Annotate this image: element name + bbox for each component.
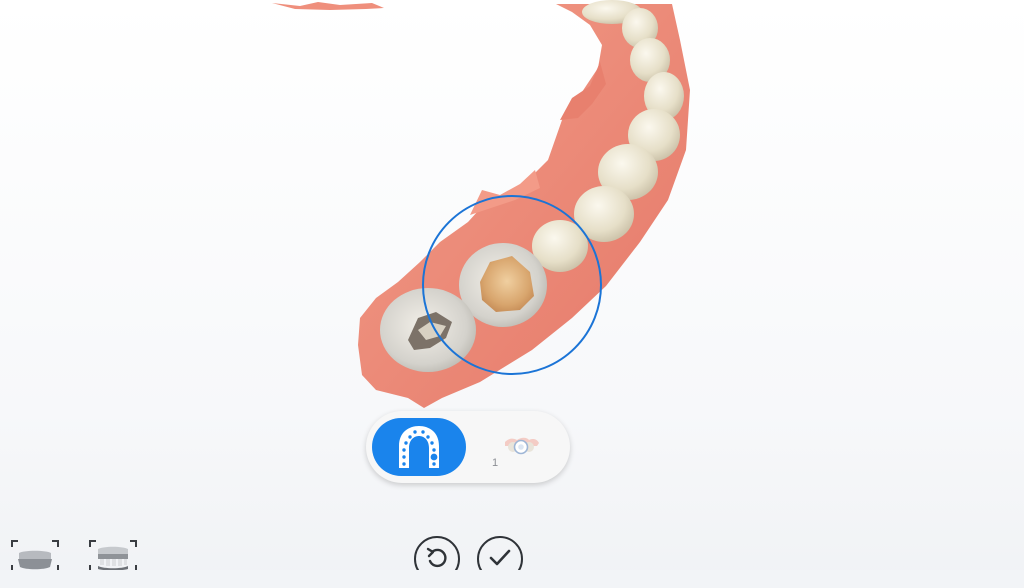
scan-mode-toggle xyxy=(366,411,570,483)
dental-arch-icon xyxy=(399,426,439,468)
checkmark-icon xyxy=(489,549,511,566)
tooth-target-icon xyxy=(505,437,539,455)
upper-jaw-mode-button[interactable] xyxy=(372,418,466,476)
scan-viewport[interactable]: 1 xyxy=(0,0,1024,588)
bottom-bar-edge xyxy=(0,570,1024,588)
single-tooth-mode-button[interactable] xyxy=(478,418,564,476)
scan-count-label: 1 xyxy=(492,457,499,469)
dental-scan-model[interactable] xyxy=(0,0,1024,588)
gum-fragment xyxy=(272,2,384,10)
undo-icon xyxy=(426,547,447,568)
